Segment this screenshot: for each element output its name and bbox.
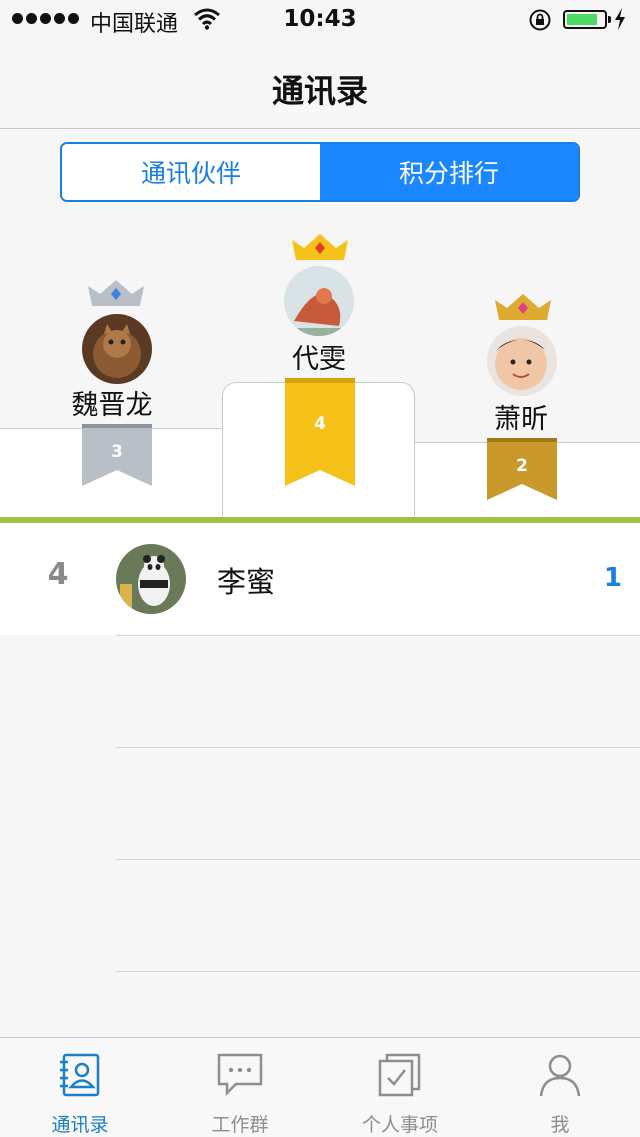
avatar-third-place[interactable] (487, 326, 557, 396)
tab-personal-items[interactable]: 个人事项 (320, 1038, 480, 1137)
tab-work-groups[interactable]: 工作群 (160, 1038, 320, 1137)
segmented-control: 通讯伙伴 积分排行 (60, 142, 580, 202)
tab-bar: 通讯录 工作群 个人事项 我 (0, 1037, 640, 1137)
navigation-bar: 通讯录 (0, 40, 640, 129)
page-title: 通讯录 (271, 72, 368, 110)
person-icon (539, 1054, 581, 1097)
tab-contacts[interactable]: 通讯录 (0, 1038, 160, 1137)
status-bar: 中国联通 10:43 (0, 0, 640, 40)
row-rank: 4 (47, 557, 69, 592)
charging-bolt-icon (615, 8, 625, 30)
silver-crown-icon (88, 280, 144, 306)
battery-icon (563, 10, 611, 29)
second-place-name: 魏晋龙 (71, 390, 153, 421)
tab-me[interactable]: 我 (480, 1038, 640, 1137)
chat-bubble-icon (217, 1053, 263, 1096)
tab-contacts-label: 通讯录 (51, 1114, 109, 1136)
list-divider (116, 635, 640, 636)
table-row[interactable]: 4 李蜜 1 (0, 523, 640, 635)
list-divider (116, 859, 640, 860)
row-name: 李蜜 (217, 565, 276, 599)
segment-ranking[interactable]: 积分排行 (320, 144, 578, 200)
rotation-lock-icon (529, 9, 551, 31)
contacts-book-icon (60, 1053, 100, 1097)
third-place-ribbon-number: 2 (516, 456, 528, 476)
row-avatar (116, 544, 186, 614)
row-score: 1 (603, 563, 622, 593)
tab-personal-items-label: 个人事项 (361, 1114, 438, 1136)
gold-crown-icon (292, 234, 348, 260)
first-place-name: 代雯 (292, 344, 346, 375)
third-place-name: 萧昕 (494, 404, 548, 435)
bronze-crown-icon (495, 294, 551, 320)
list-divider (116, 971, 640, 972)
tab-work-groups-label: 工作群 (211, 1114, 269, 1136)
avatar-second-place[interactable] (82, 314, 152, 384)
segment-contacts[interactable]: 通讯伙伴 (62, 144, 320, 200)
avatar-first-place[interactable] (284, 266, 354, 336)
checklist-icon (378, 1053, 421, 1097)
first-place-ribbon-number: 4 (314, 414, 326, 434)
second-place-ribbon-number: 3 (111, 442, 123, 462)
list-divider (116, 747, 640, 748)
tab-me-label: 我 (550, 1114, 570, 1136)
